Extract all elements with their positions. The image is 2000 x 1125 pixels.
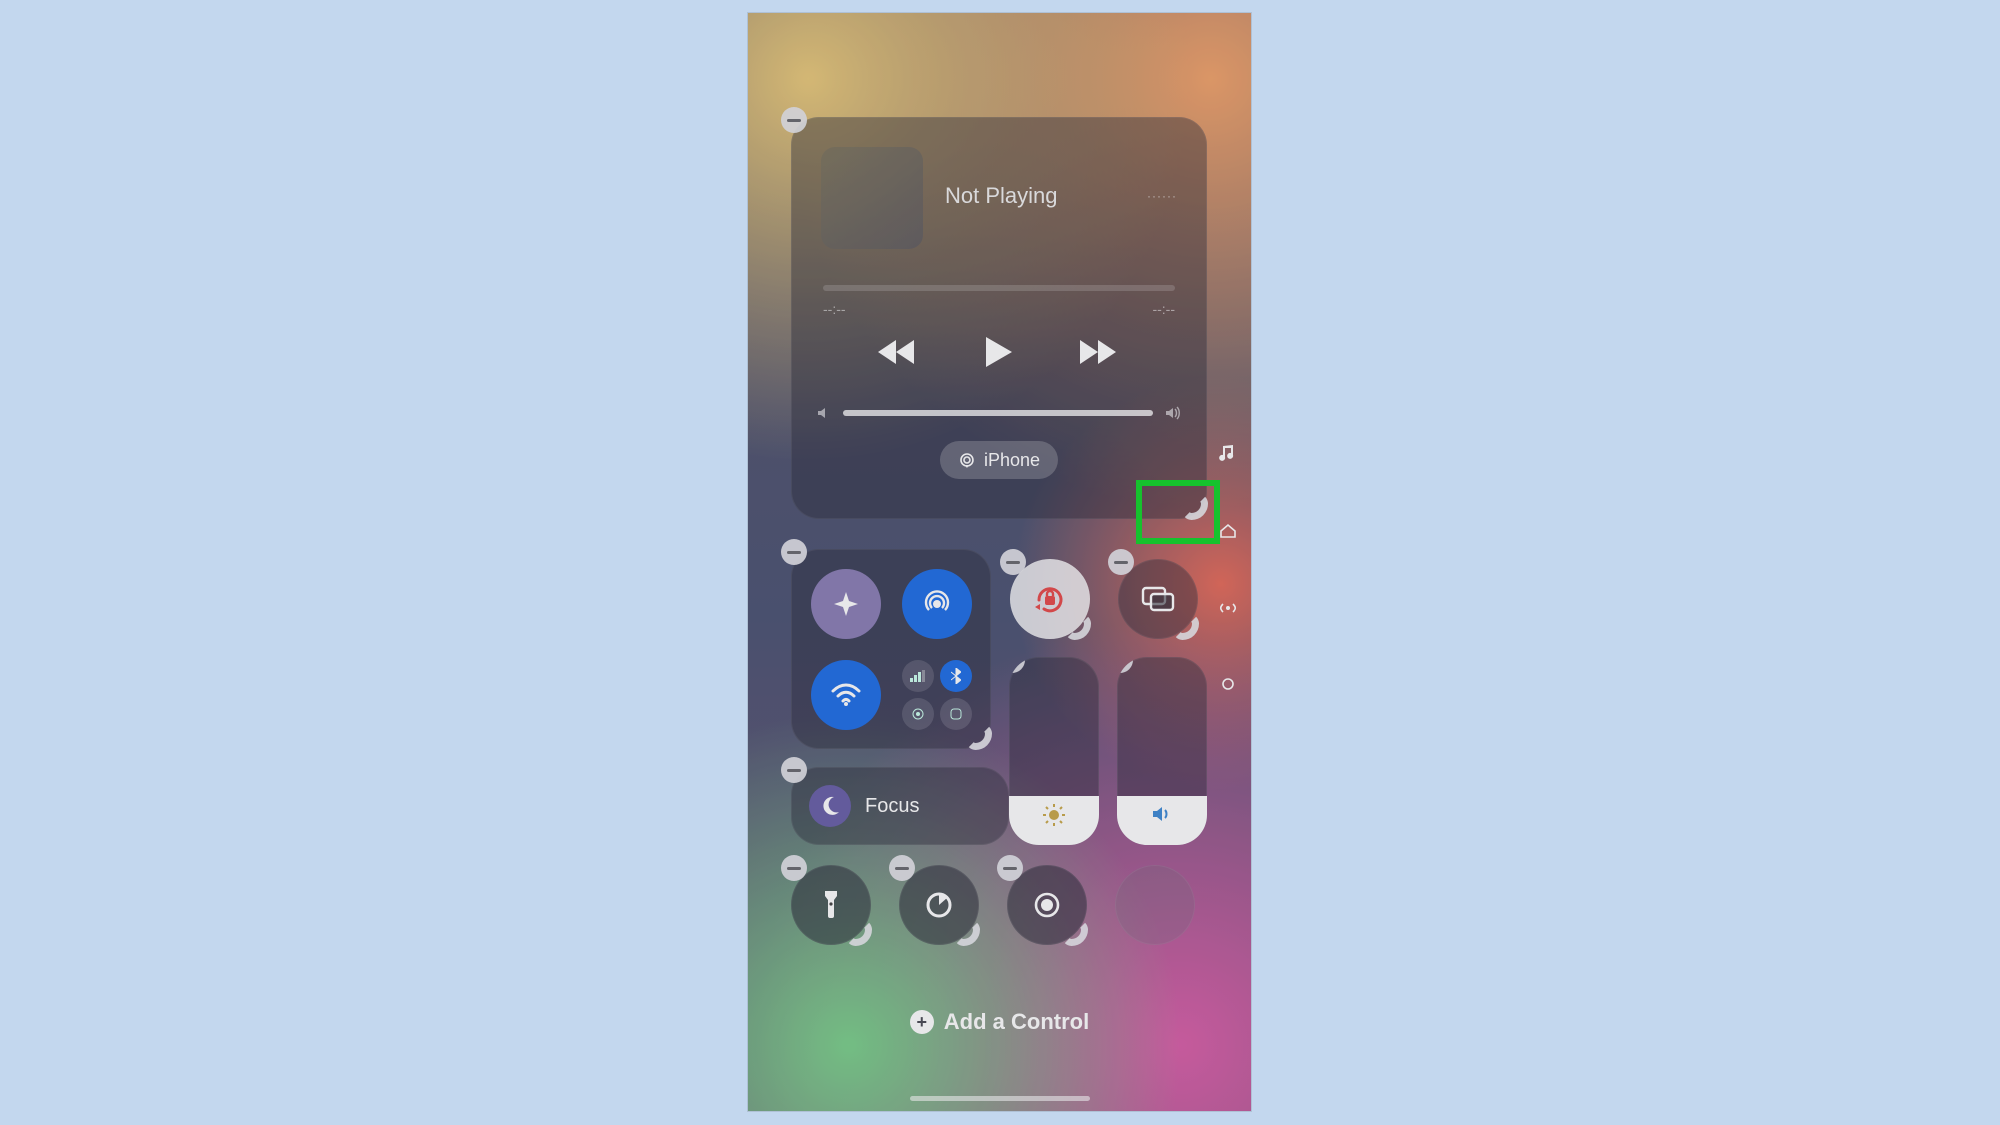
resize-handle[interactable]	[846, 920, 872, 946]
resize-handle[interactable]	[954, 920, 980, 946]
rewind-button[interactable]	[876, 338, 920, 366]
timer-icon	[924, 890, 954, 920]
ellipse-page-icon[interactable]	[1221, 677, 1235, 691]
plus-circle-icon: +	[910, 1010, 934, 1034]
elapsed-time-label: --:--	[823, 301, 846, 317]
media-title: Not Playing	[945, 183, 1058, 209]
airdrop-button[interactable]	[902, 569, 972, 639]
playback-scrubber[interactable]	[823, 285, 1175, 291]
resize-handle[interactable]	[1065, 614, 1091, 640]
empty-slot[interactable]	[1115, 865, 1195, 945]
remove-screen-record-button[interactable]	[997, 855, 1023, 881]
record-icon	[1032, 890, 1062, 920]
music-page-icon[interactable]	[1219, 445, 1237, 463]
vpn-icon	[940, 698, 972, 730]
media-volume-slider[interactable]	[843, 410, 1153, 416]
remove-now-playing-button[interactable]	[781, 107, 807, 133]
connectivity-tile[interactable]	[791, 549, 991, 749]
home-page-icon[interactable]	[1219, 523, 1237, 539]
cellular-icon	[902, 660, 934, 692]
airplane-mode-button[interactable]	[811, 569, 881, 639]
remove-flashlight-button[interactable]	[781, 855, 807, 881]
hotspot-icon	[902, 698, 934, 730]
remove-focus-button[interactable]	[781, 757, 807, 783]
audio-output-label: iPhone	[984, 450, 1040, 471]
add-control-button[interactable]: + Add a Control	[748, 1009, 1251, 1035]
focus-label: Focus	[865, 795, 919, 818]
focus-button[interactable]: Focus	[791, 767, 1009, 845]
remove-connectivity-button[interactable]	[781, 539, 807, 565]
remove-volume-button[interactable]	[1117, 657, 1133, 673]
volume-low-icon	[817, 406, 831, 420]
orientation-lock-icon	[1033, 582, 1067, 616]
broadcast-page-icon[interactable]	[1219, 599, 1237, 617]
airplay-route-indicator-icon[interactable]: ······	[1147, 189, 1177, 203]
bluetooth-icon	[940, 660, 972, 692]
screen-mirroring-button[interactable]	[1118, 559, 1198, 639]
remove-timer-button[interactable]	[889, 855, 915, 881]
volume-slider[interactable]	[1117, 657, 1207, 845]
resize-handle[interactable]	[1173, 614, 1199, 640]
volume-high-icon	[1165, 406, 1181, 420]
screen-record-button[interactable]	[1007, 865, 1087, 945]
brightness-slider[interactable]	[1009, 657, 1099, 845]
sun-icon	[1043, 804, 1065, 826]
album-art-placeholder	[821, 147, 923, 249]
airplay-audio-icon	[958, 451, 976, 469]
play-button[interactable]	[984, 335, 1014, 369]
annotation-highlight	[1136, 480, 1220, 544]
moon-icon	[809, 785, 851, 827]
orientation-lock-button[interactable]	[1010, 559, 1090, 639]
forward-button[interactable]	[1078, 338, 1122, 366]
home-indicator[interactable]	[910, 1096, 1090, 1101]
wifi-button[interactable]	[811, 660, 881, 730]
screen-mirroring-icon	[1141, 586, 1175, 612]
remove-screen-mirroring-button[interactable]	[1108, 549, 1134, 575]
iphone-control-center-edit: Not Playing ······ --:-- --:--	[748, 13, 1251, 1111]
flashlight-button[interactable]	[791, 865, 871, 945]
connectivity-more-cluster[interactable]	[902, 660, 972, 730]
timer-button[interactable]	[899, 865, 979, 945]
remove-brightness-button[interactable]	[1009, 657, 1025, 673]
audio-output-button[interactable]: iPhone	[940, 441, 1058, 479]
remaining-time-label: --:--	[1152, 301, 1175, 317]
remove-orientation-lock-button[interactable]	[1000, 549, 1026, 575]
now-playing-tile[interactable]: Not Playing ······ --:-- --:--	[791, 117, 1207, 519]
speaker-icon	[1151, 804, 1173, 824]
add-control-label: Add a Control	[944, 1009, 1089, 1035]
flashlight-icon	[822, 890, 840, 920]
resize-handle[interactable]	[1062, 920, 1088, 946]
